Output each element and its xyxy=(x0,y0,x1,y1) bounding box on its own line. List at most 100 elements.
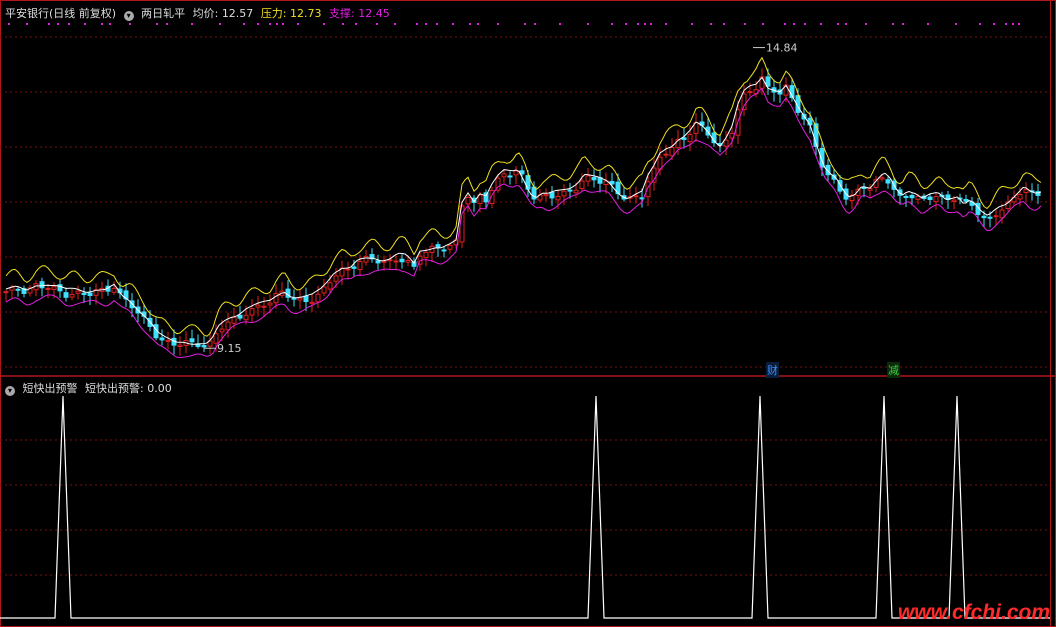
candle-up xyxy=(225,321,231,331)
signal-dot xyxy=(497,23,499,25)
signal-dot xyxy=(611,23,613,25)
signal-dot xyxy=(784,23,786,25)
candle-down xyxy=(57,284,63,292)
candle-up xyxy=(309,301,315,304)
signal-dot xyxy=(1005,23,1007,25)
sub-indicator-name[interactable]: 短快出预警 xyxy=(23,382,78,395)
candle-up xyxy=(933,196,939,203)
candle-down xyxy=(441,249,447,252)
avg-label: 均价: xyxy=(192,7,219,20)
candle-up xyxy=(951,199,957,202)
finance-marker[interactable]: 财 xyxy=(766,362,779,378)
signal-dot xyxy=(793,23,795,25)
signal-dot xyxy=(452,23,454,25)
signal-dot xyxy=(26,23,28,25)
signal-dot xyxy=(865,23,867,25)
candle-up xyxy=(249,308,255,316)
candle-down xyxy=(963,198,969,202)
candle-up xyxy=(321,286,327,294)
signal-dot xyxy=(1018,23,1020,25)
candle-up xyxy=(363,255,369,263)
signal-dot xyxy=(892,23,894,25)
candle-up xyxy=(255,304,261,308)
indicator-dropdown-icon[interactable]: ▾ xyxy=(123,11,134,21)
reduce-marker[interactable]: 减 xyxy=(887,362,900,378)
candle-up xyxy=(333,275,339,282)
sub-indicator-value: 0.00 xyxy=(147,382,172,395)
signal-line xyxy=(0,395,1050,619)
sub-indicator-dropdown-icon[interactable]: ▾ xyxy=(5,386,15,396)
candle-down xyxy=(885,179,891,184)
candle-up xyxy=(1023,189,1029,193)
max-price-label: 14.84 xyxy=(766,42,798,55)
candle-down xyxy=(303,295,309,303)
signal-dot xyxy=(637,23,639,25)
signal-dot xyxy=(101,23,103,25)
candle-up xyxy=(267,302,273,306)
signal-dot xyxy=(1012,23,1014,25)
candle-down xyxy=(567,189,573,192)
signal-dot xyxy=(723,23,725,25)
signal-dot xyxy=(650,23,652,25)
candle-up xyxy=(747,91,753,94)
candle-down xyxy=(87,292,93,296)
signal-dot xyxy=(804,23,806,25)
indicator-name[interactable]: 两日轧平 xyxy=(141,7,185,20)
candle-up xyxy=(513,170,519,176)
signal-dot xyxy=(559,23,561,25)
candle-up xyxy=(261,305,267,308)
candle-up xyxy=(75,290,81,294)
candle-down xyxy=(861,186,867,189)
pressure-line xyxy=(5,56,1042,337)
candle-up xyxy=(879,177,885,180)
signal-dot xyxy=(845,23,847,25)
signal-dot xyxy=(820,23,822,25)
candle-up xyxy=(543,193,549,197)
candle-up xyxy=(219,328,225,333)
signal-dot xyxy=(376,23,378,25)
signal-dot xyxy=(927,23,929,25)
candle-up xyxy=(585,175,591,182)
signal-dot xyxy=(166,23,168,25)
main-panel-header: 平安银行(日线 前复权) ▾ 两日轧平 均价: 12.57 压力: 12.73 … xyxy=(5,5,394,21)
signal-dot xyxy=(355,23,357,25)
candle-down xyxy=(549,191,555,199)
candle-up xyxy=(327,282,333,290)
candle-up xyxy=(447,244,453,250)
signal-dot xyxy=(625,23,627,25)
candle-up xyxy=(999,209,1005,219)
support-line xyxy=(5,87,1042,359)
candle-up xyxy=(177,344,183,348)
candle-down xyxy=(909,194,915,199)
signal-dot xyxy=(342,23,344,25)
candle-down xyxy=(351,266,357,269)
signal-dot xyxy=(84,23,86,25)
signal-dot xyxy=(191,23,193,25)
stock-chart[interactable]: 14.84 9.15 xyxy=(0,0,1056,627)
candle-up xyxy=(501,173,507,178)
candle-up xyxy=(579,180,585,190)
signal-dot xyxy=(282,23,284,25)
candle-up xyxy=(663,153,669,156)
candle-up xyxy=(573,189,579,194)
signal-dot xyxy=(691,23,693,25)
candle-down xyxy=(591,176,597,181)
candle-up xyxy=(723,139,729,147)
candle-up xyxy=(51,286,57,290)
signal-dot xyxy=(955,23,957,25)
candle-up xyxy=(393,260,399,263)
candle-down xyxy=(981,215,987,219)
signal-dot xyxy=(710,23,712,25)
candle-up xyxy=(423,251,429,259)
signal-dot xyxy=(243,23,245,25)
candle-up xyxy=(561,190,567,197)
signal-dot xyxy=(323,23,325,25)
signal-dot xyxy=(524,23,526,25)
signal-dot xyxy=(425,23,427,25)
outer-frame xyxy=(0,0,1056,627)
candle-up xyxy=(669,147,675,157)
sub-indicator-label: 短快出预警: xyxy=(85,382,144,395)
candle-down xyxy=(81,292,87,296)
candle-up xyxy=(993,215,999,218)
candle-up xyxy=(345,268,351,271)
